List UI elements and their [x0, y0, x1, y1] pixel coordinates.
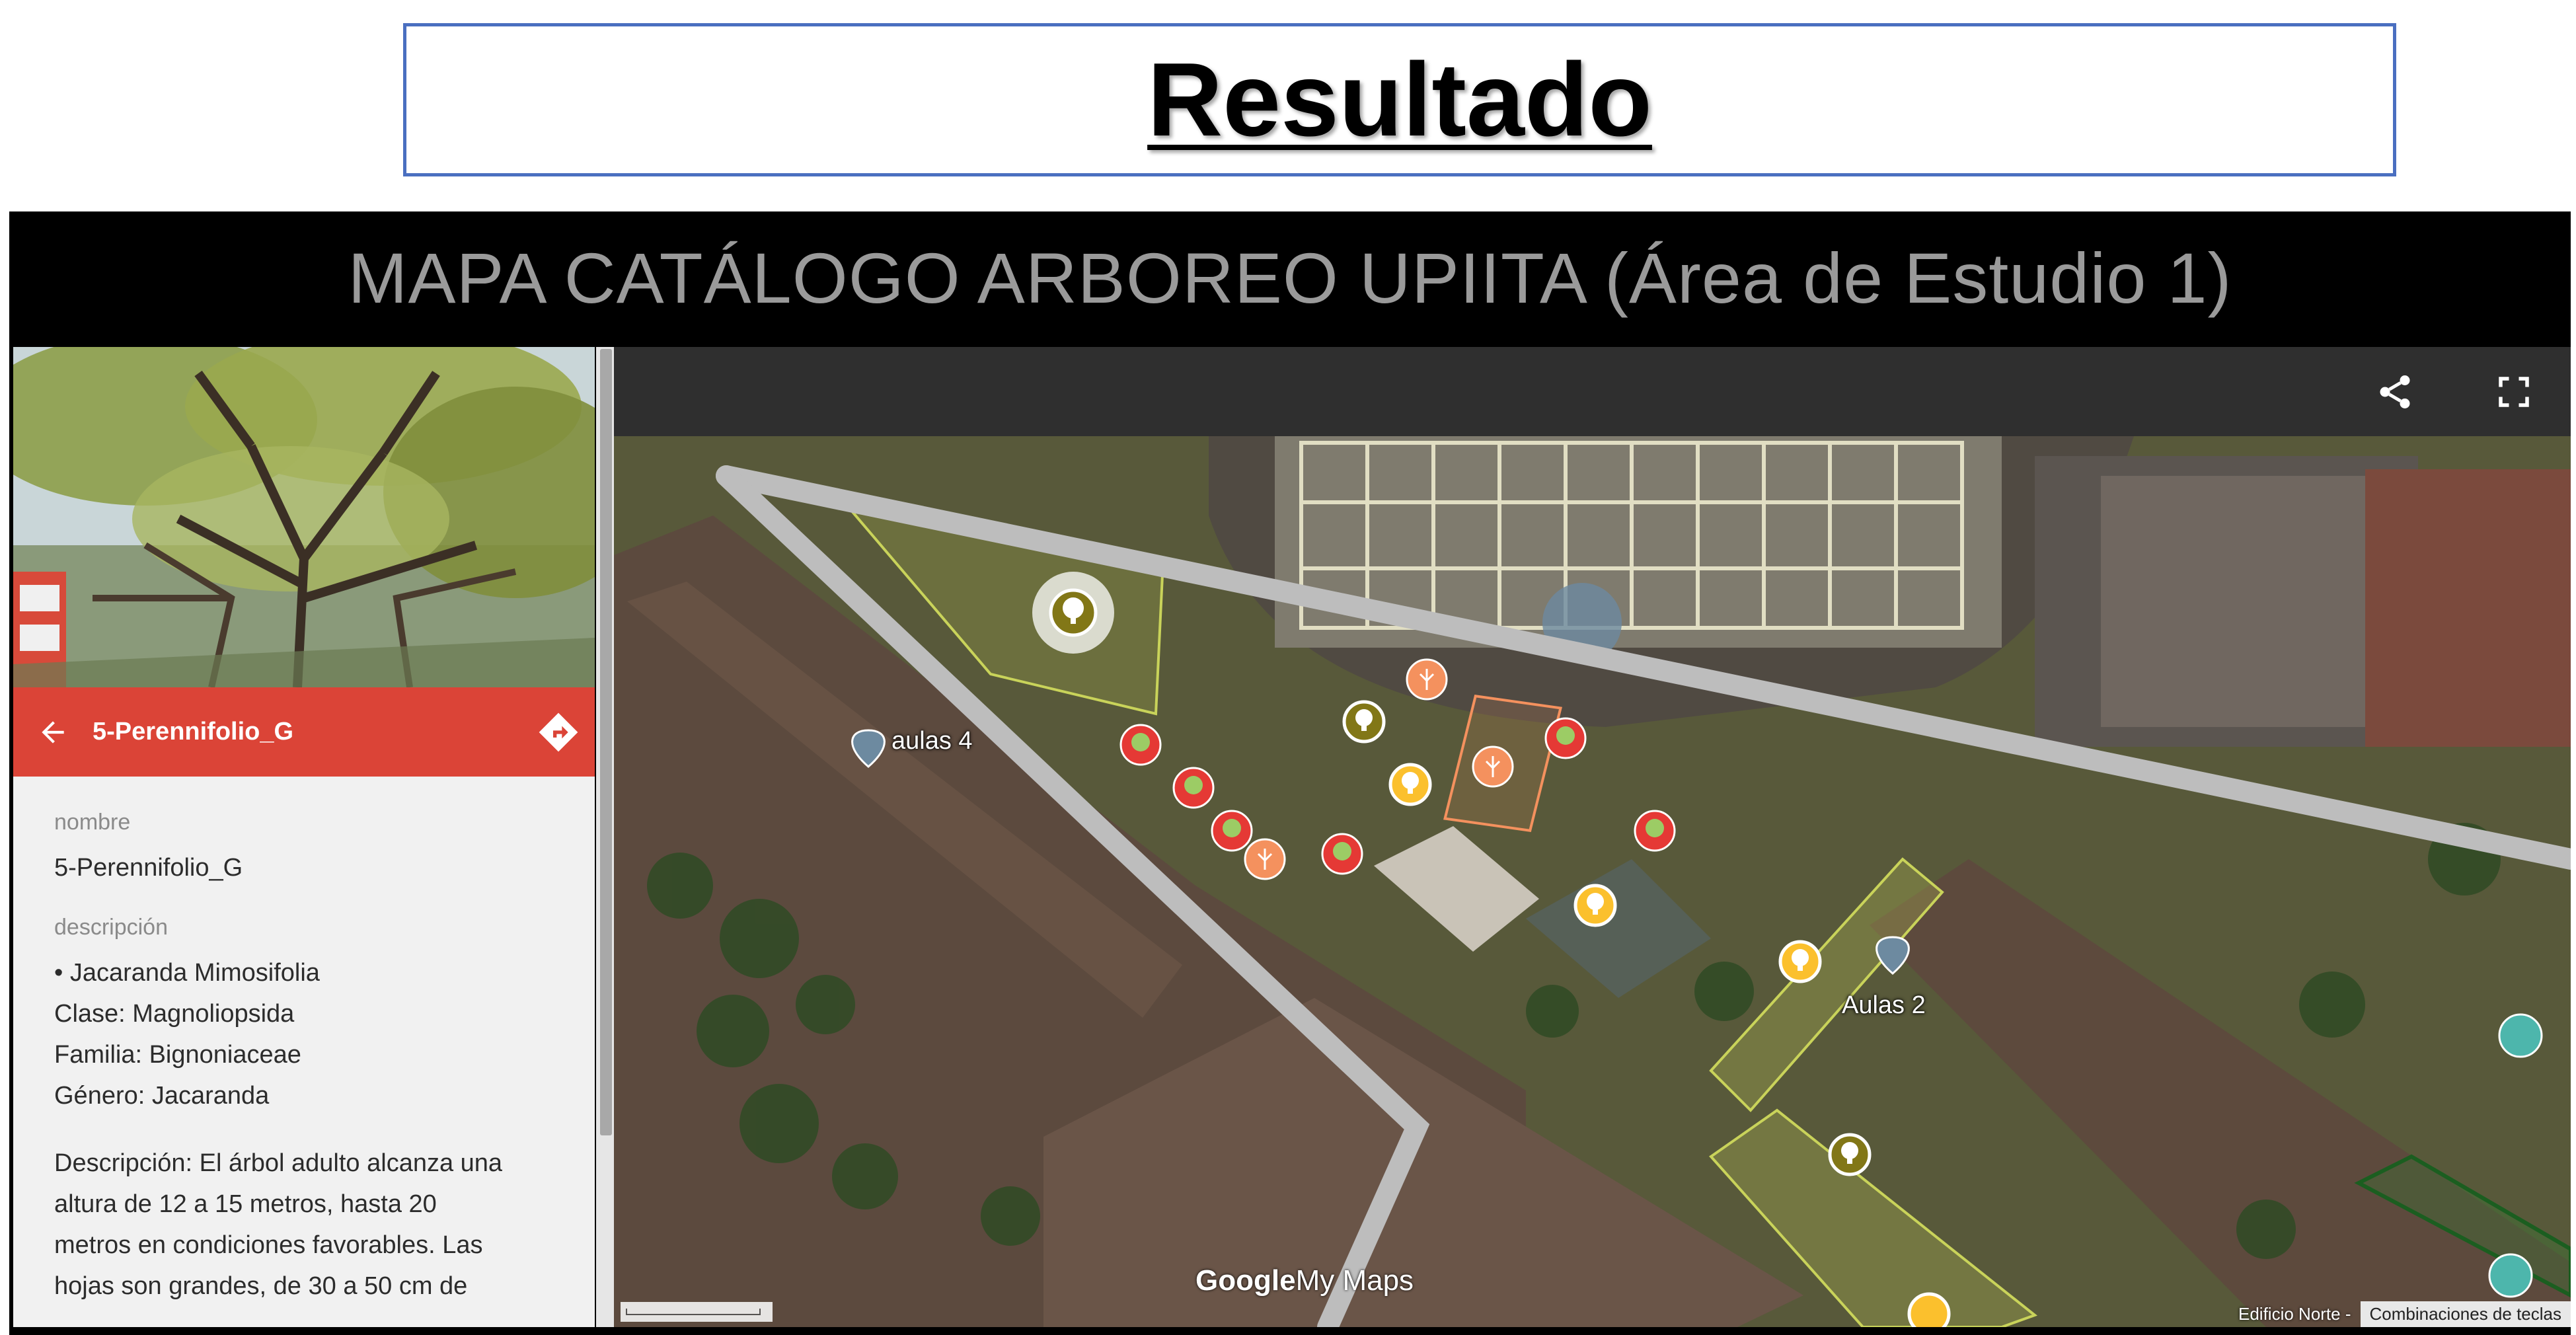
- feature-sidebar: 5-Perennifolio_G nombre 5-Perennifolio_G…: [13, 347, 595, 1327]
- directions-icon: [539, 712, 578, 751]
- google-logo-text: Google: [1195, 1264, 1296, 1297]
- field-label-nombre: nombre: [54, 810, 131, 835]
- map-attribution: Edificio Norte - Combinaciones de teclas: [2238, 1301, 2571, 1327]
- description-text-line: metros en condiciones favorables. Las: [54, 1231, 483, 1259]
- description-text-line: hojas son grandes, de 30 a 50 cm de: [54, 1272, 468, 1300]
- back-arrow-icon: [42, 720, 64, 744]
- slide-title-box: Resultado: [403, 23, 2396, 176]
- map-toolbar: [614, 347, 2571, 436]
- google-mymaps-logo: GoogleMy Maps: [1195, 1264, 1414, 1297]
- map-title: MAPA CATÁLOGO ARBOREO UPIITA (Área de Es…: [348, 237, 2232, 318]
- description-line: Clase: Magnoliopsida: [54, 1000, 295, 1028]
- map-label-aulas4: aulas 4: [891, 727, 973, 755]
- keyboard-shortcuts-link[interactable]: Combinaciones de teclas: [2360, 1301, 2571, 1327]
- scale-bar: [621, 1302, 773, 1322]
- share-icon: [2380, 375, 2410, 408]
- slide-title: Resultado: [1147, 41, 1652, 158]
- description-line: Familia: Bignoniaceae: [54, 1041, 301, 1069]
- field-value-nombre: 5-Perennifolio_G: [54, 854, 243, 882]
- feature-title: 5-Perennifolio_G: [93, 718, 294, 745]
- description-line: • Jacaranda Mimosifolia: [54, 959, 320, 987]
- description-line: Género: Jacaranda: [54, 1082, 270, 1110]
- description-text-line: Descripción: El árbol adulto alcanza una: [54, 1149, 503, 1177]
- attribution-building: Edificio Norte -: [2238, 1304, 2351, 1324]
- share-button[interactable]: [2375, 372, 2415, 412]
- map-view[interactable]: aulas 4 Aulas 2 GoogleMy Maps Edificio N…: [614, 347, 2571, 1327]
- fullscreen-button[interactable]: [2494, 372, 2534, 412]
- tree-photo: [13, 347, 595, 687]
- field-label-descripcion: descripción: [54, 915, 168, 940]
- mymaps-embed: MAPA CATÁLOGO ARBOREO UPIITA (Área de Es…: [9, 211, 2571, 1335]
- fullscreen-icon: [2499, 377, 2529, 407]
- tree-marker-icon[interactable]: [1049, 588, 1098, 637]
- back-button[interactable]: [13, 687, 93, 777]
- satellite-map[interactable]: aulas 4 Aulas 2 GoogleMy Maps Edificio N…: [614, 436, 2571, 1327]
- directions-button[interactable]: [522, 687, 595, 777]
- description-text-line: altura de 12 a 15 metros, hasta 20: [54, 1190, 437, 1218]
- sidebar-scrollbar-thumb[interactable]: [600, 349, 612, 1135]
- map-label-aulas2: Aulas 2: [1842, 991, 1926, 1019]
- feature-header: 5-Perennifolio_G: [13, 687, 595, 777]
- feature-details: nombre 5-Perennifolio_G descripción • Ja…: [54, 810, 570, 1307]
- mymaps-logo-text: My Maps: [1295, 1264, 1414, 1297]
